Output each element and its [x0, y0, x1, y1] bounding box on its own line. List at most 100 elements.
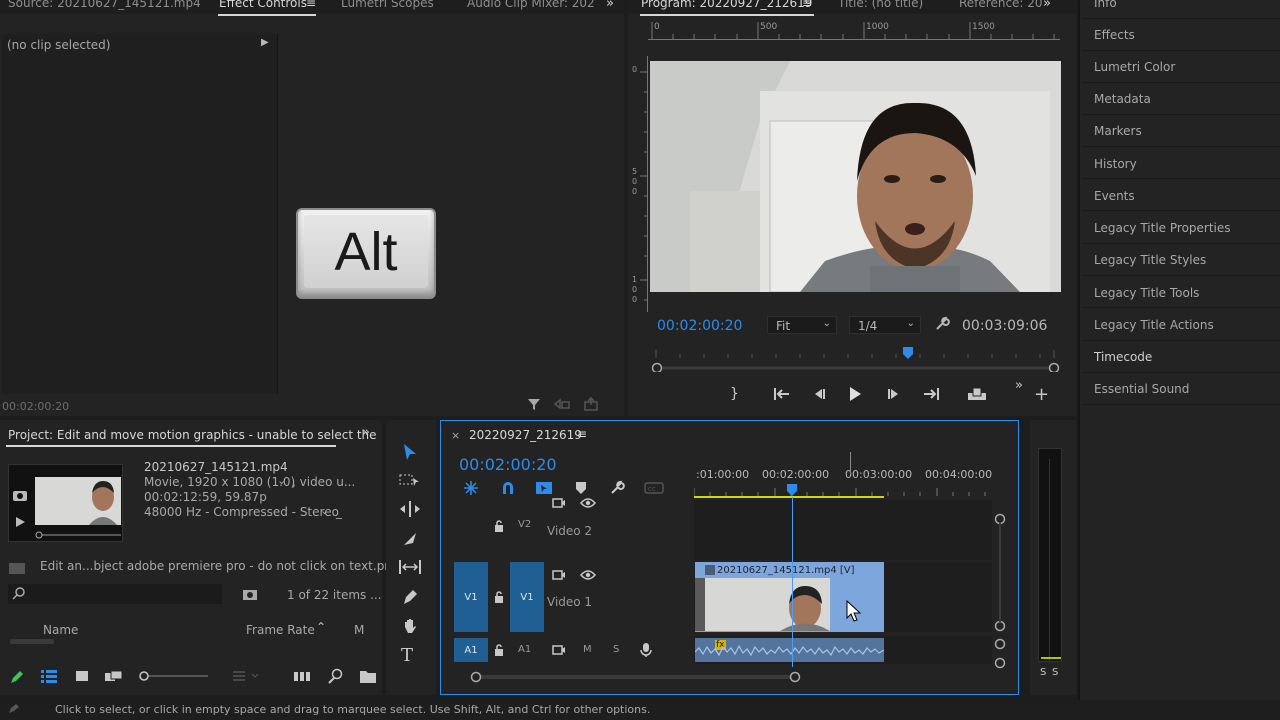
sequence-menu-icon[interactable]: ≡: [577, 427, 587, 441]
v2-eye-icon[interactable]: [580, 497, 596, 509]
panel-item-lumetri-color[interactable]: Lumetri Color: [1094, 60, 1175, 74]
a-zoom-handle-bottom[interactable]: [994, 657, 1006, 669]
panel-item-events[interactable]: Events: [1094, 189, 1135, 203]
col-frame-rate[interactable]: Frame Rate: [246, 623, 315, 637]
type-tool-icon[interactable]: T: [401, 645, 413, 666]
automate-to-sequence-icon[interactable]: [293, 669, 311, 683]
v2-track-area[interactable]: [694, 500, 992, 560]
panel-item-legacy-title-actions[interactable]: Legacy Title Actions: [1094, 318, 1214, 332]
panel-item-legacy-title-styles[interactable]: Legacy Title Styles: [1094, 253, 1206, 267]
fit-dropdown[interactable]: Fit ⌄: [767, 316, 837, 334]
v1-lock-icon[interactable]: [493, 590, 505, 604]
go-to-out-icon[interactable]: [922, 387, 940, 401]
sort-icons-icon[interactable]: [232, 669, 262, 683]
program-scrub-bar[interactable]: [650, 346, 1060, 372]
v1-source-patch[interactable]: V1: [454, 562, 488, 632]
linked-selection-icon[interactable]: [535, 480, 553, 496]
timeline-playhead[interactable]: [792, 497, 793, 667]
chevron-right-icon[interactable]: ▶: [261, 37, 269, 48]
v-scrollbar-track[interactable]: [999, 522, 1001, 622]
selection-tool-icon[interactable]: [402, 443, 418, 461]
tab-overflow-icon[interactable]: »: [606, 0, 614, 11]
program-overflow-icon[interactable]: »: [1043, 0, 1051, 11]
v2-label[interactable]: V2: [518, 519, 531, 530]
a1-toggle-sync-icon[interactable]: [552, 644, 566, 656]
timeline-time-ruler[interactable]: [694, 482, 994, 500]
v2-toggle-sync-icon[interactable]: [552, 497, 566, 509]
snap-icon[interactable]: [500, 480, 516, 496]
v2-lock-icon[interactable]: [493, 519, 505, 533]
a1-source-patch[interactable]: A1: [454, 638, 488, 662]
button-editor-plus-icon[interactable]: +: [1034, 384, 1049, 405]
col-name[interactable]: Name: [43, 623, 78, 637]
close-sequence-icon[interactable]: ×: [451, 429, 460, 442]
meter-solo-left[interactable]: S: [1040, 667, 1046, 678]
panel-menu-icon[interactable]: ≡: [306, 0, 316, 10]
filter-icon[interactable]: [527, 397, 541, 411]
track-select-tool-icon[interactable]: [399, 472, 421, 488]
meter-solo-right[interactable]: S: [1052, 667, 1058, 678]
panel-item-legacy-title-tools[interactable]: Legacy Title Tools: [1094, 286, 1199, 300]
mute-button[interactable]: M: [583, 644, 592, 655]
nest-toggle-icon[interactable]: [463, 480, 479, 496]
panel-item-markers[interactable]: Markers: [1094, 124, 1142, 138]
a1-label[interactable]: A1: [518, 644, 531, 655]
v1-toggle-sync-icon[interactable]: [552, 569, 566, 581]
sort-ascending-icon[interactable]: ⌃: [316, 620, 326, 634]
wrench-icon[interactable]: [934, 316, 950, 332]
panel-item-legacy-title-properties[interactable]: Legacy Title Properties: [1094, 221, 1231, 235]
sequence-tab[interactable]: 20220927_212619: [469, 428, 582, 442]
panel-item-essential-sound[interactable]: Essential Sound: [1094, 382, 1189, 396]
add-marker-icon[interactable]: [575, 481, 587, 495]
ripple-edit-tool-icon[interactable]: [399, 500, 421, 518]
panel-item-timecode[interactable]: Timecode: [1094, 350, 1152, 364]
share-icon[interactable]: [583, 397, 599, 411]
tab-lumetri-scopes[interactable]: Lumetri Scopes: [341, 0, 434, 10]
pen-tool-icon[interactable]: [401, 588, 419, 606]
v1-track-target[interactable]: V1: [510, 562, 544, 632]
program-playhead-timecode[interactable]: 00:02:00:20: [657, 318, 742, 334]
panel-item-effects[interactable]: Effects: [1094, 28, 1135, 42]
step-back-icon[interactable]: [812, 387, 826, 401]
captions-icon[interactable]: cc: [644, 481, 664, 495]
tab-reference[interactable]: Reference: 20: [959, 0, 1043, 10]
new-bin-icon[interactable]: [359, 668, 377, 684]
tab-program[interactable]: Program: 20220927_212619: [641, 0, 812, 10]
col-m[interactable]: M: [354, 623, 364, 637]
play-icon[interactable]: [848, 386, 862, 402]
project-tab[interactable]: Project: Edit and move motion graphics -…: [8, 428, 377, 442]
microphone-icon[interactable]: [640, 642, 652, 658]
overwrite-icon[interactable]: [966, 386, 988, 402]
a1-lock-icon[interactable]: [493, 643, 505, 657]
icon-view-icon[interactable]: [75, 669, 89, 683]
timeline-h-scrollbar[interactable]: [462, 670, 992, 684]
pencil-icon[interactable]: [9, 669, 25, 685]
clip-thumbnail[interactable]: [8, 464, 123, 542]
a-zoom-handle-top[interactable]: [994, 638, 1006, 650]
tab-audio-clip-mixer[interactable]: Audio Clip Mixer: 202: [467, 0, 595, 10]
project-search-input[interactable]: [8, 584, 222, 604]
mark-out-icon[interactable]: }: [730, 386, 739, 402]
audio-clip[interactable]: fx: [695, 638, 884, 662]
freeform-view-icon[interactable]: [104, 669, 124, 683]
tab-effect-controls[interactable]: Effect Controls: [219, 0, 307, 10]
tab-title[interactable]: Title: (no title): [838, 0, 923, 10]
export-frame-icon[interactable]: [553, 397, 571, 411]
resolution-dropdown[interactable]: 1/4 ⌄: [849, 316, 921, 334]
panel-item-metadata[interactable]: Metadata: [1094, 92, 1151, 106]
step-forward-icon[interactable]: [887, 387, 901, 401]
timeline-settings-wrench-icon[interactable]: [609, 480, 625, 496]
program-menu-icon[interactable]: ≡: [802, 0, 812, 10]
list-view-icon[interactable]: [40, 669, 58, 683]
v1-eye-icon[interactable]: [580, 569, 596, 581]
hand-tool-icon[interactable]: [401, 617, 419, 635]
solo-button[interactable]: S: [613, 644, 619, 655]
tab-source[interactable]: Source: 20210627_145121.mp4: [8, 0, 201, 10]
chevron-down-icon[interactable]: ⌄: [320, 504, 329, 517]
slip-tool-icon[interactable]: [398, 558, 422, 576]
go-to-in-icon[interactable]: [773, 387, 791, 401]
chevron-down-icon[interactable]: ⌄: [277, 474, 286, 487]
panel-item-history[interactable]: History: [1094, 157, 1137, 171]
transport-overflow-icon[interactable]: »: [1015, 378, 1023, 393]
timeline-timecode[interactable]: 00:02:00:20: [459, 455, 557, 474]
